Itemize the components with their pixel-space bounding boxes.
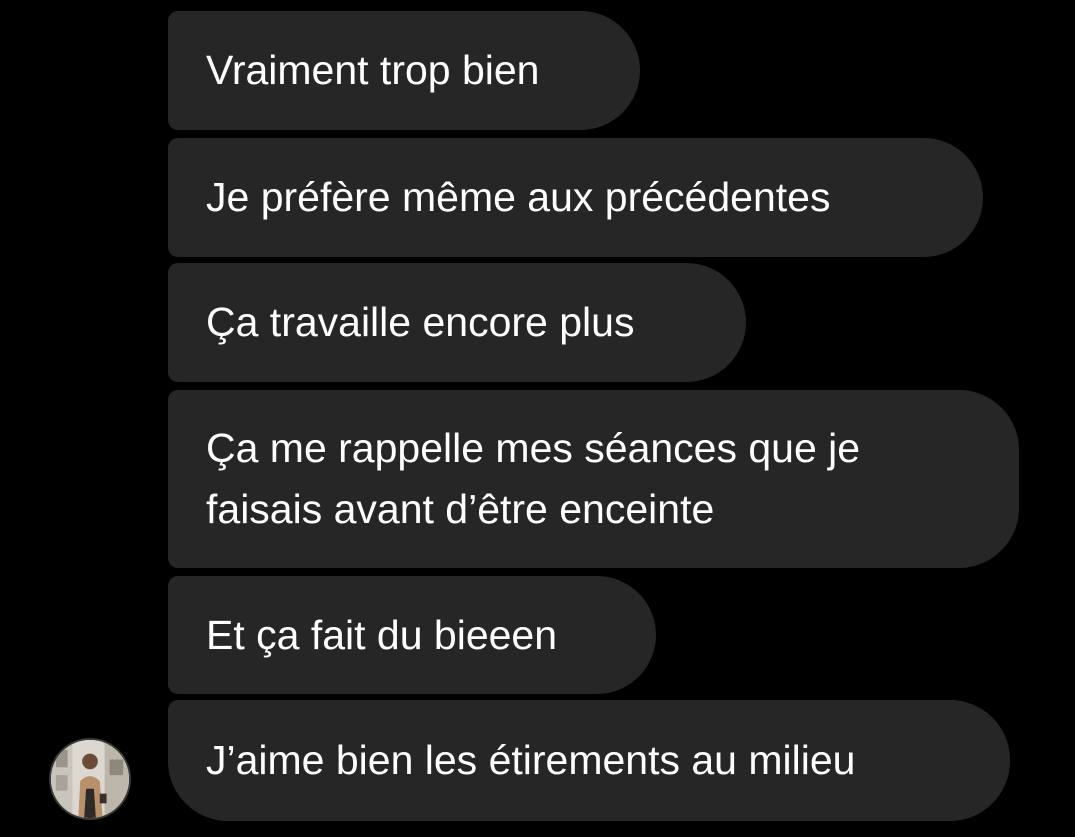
message-bubble[interactable]: Vraiment trop bien — [168, 11, 640, 130]
message-text: Je préfère même aux précédentes — [206, 174, 831, 220]
message-bubble[interactable]: Ça travaille encore plus — [168, 263, 746, 382]
message-bubble[interactable]: Ça me rappelle mes séances que je faisai… — [168, 390, 1019, 568]
sender-avatar[interactable] — [49, 738, 131, 820]
message-bubble[interactable]: Et ça fait du bieeen — [168, 576, 656, 694]
message-text: Et ça fait du bieeen — [206, 611, 558, 658]
message-line: faisais avant d’être enceinte — [206, 486, 715, 532]
message-text: Ça me rappelle mes séances que je faisai… — [206, 418, 860, 540]
message-text: Vraiment trop bien — [206, 47, 540, 93]
message-text: J’aime bien les étirements au milieu — [206, 737, 856, 783]
user-photo-avatar-icon — [51, 740, 129, 818]
message-thread: Vraiment trop bien Je préfère même aux p… — [0, 0, 1075, 837]
message-line: Ça me rappelle mes séances que je — [206, 425, 861, 471]
message-bubble[interactable]: J’aime bien les étirements au milieu — [168, 700, 1010, 821]
message-bubble[interactable]: Je préfère même aux précédentes — [168, 138, 983, 257]
message-text: Ça travaille encore plus — [206, 299, 635, 345]
